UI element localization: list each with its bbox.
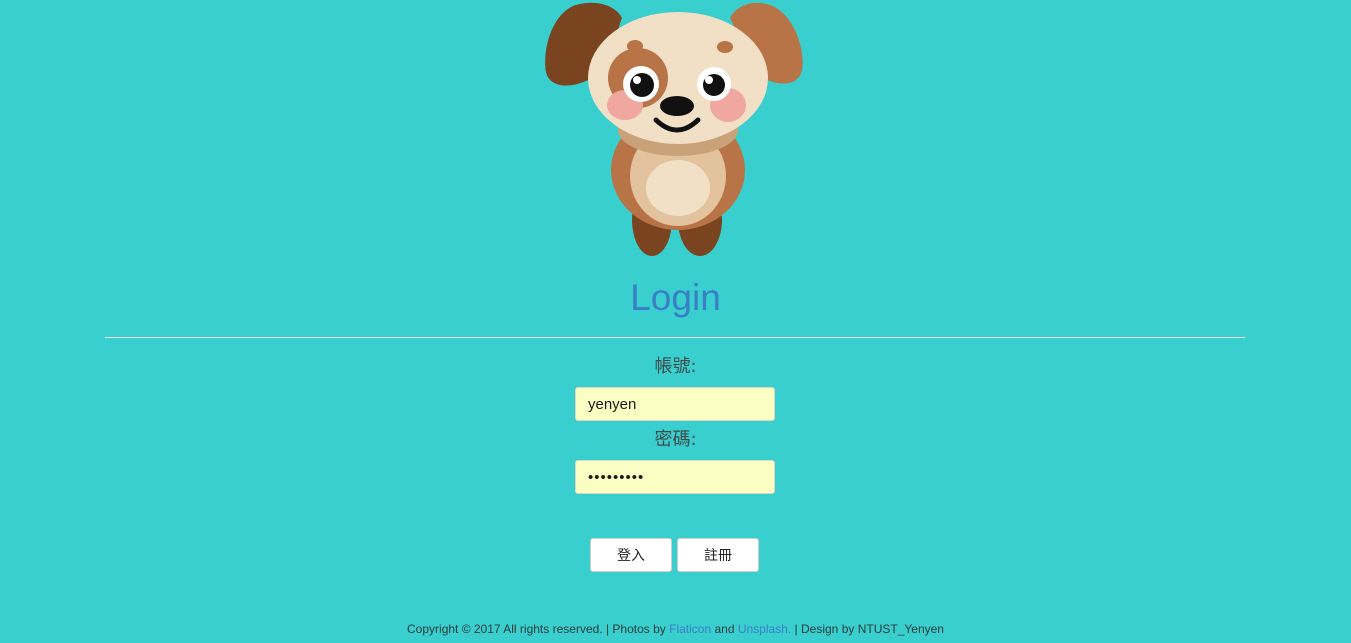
unsplash-link[interactable]: Unsplash. bbox=[738, 622, 791, 636]
footer: Copyright © 2017 All rights reserved. | … bbox=[0, 621, 1351, 637]
flaticon-link[interactable]: Flaticon bbox=[669, 622, 711, 636]
puppy-mascot-icon bbox=[545, 2, 803, 256]
register-button[interactable]: 註冊 bbox=[677, 538, 759, 572]
page-title: Login bbox=[630, 277, 721, 318]
password-input[interactable] bbox=[575, 460, 775, 494]
footer-copyright: Copyright © 2017 All rights reserved. | … bbox=[407, 622, 670, 636]
account-input[interactable] bbox=[575, 387, 775, 421]
footer-design: | Design by NTUST_Yenyen bbox=[791, 622, 944, 636]
title-divider bbox=[105, 337, 1245, 338]
footer-and: and bbox=[711, 622, 738, 636]
password-label: 密碼: bbox=[654, 429, 697, 450]
account-label: 帳號: bbox=[654, 356, 697, 377]
login-button[interactable]: 登入 bbox=[590, 538, 672, 572]
login-page: Login 帳號: 密碼: 登入 註冊 Copyright © 2017 All… bbox=[0, 0, 1351, 643]
